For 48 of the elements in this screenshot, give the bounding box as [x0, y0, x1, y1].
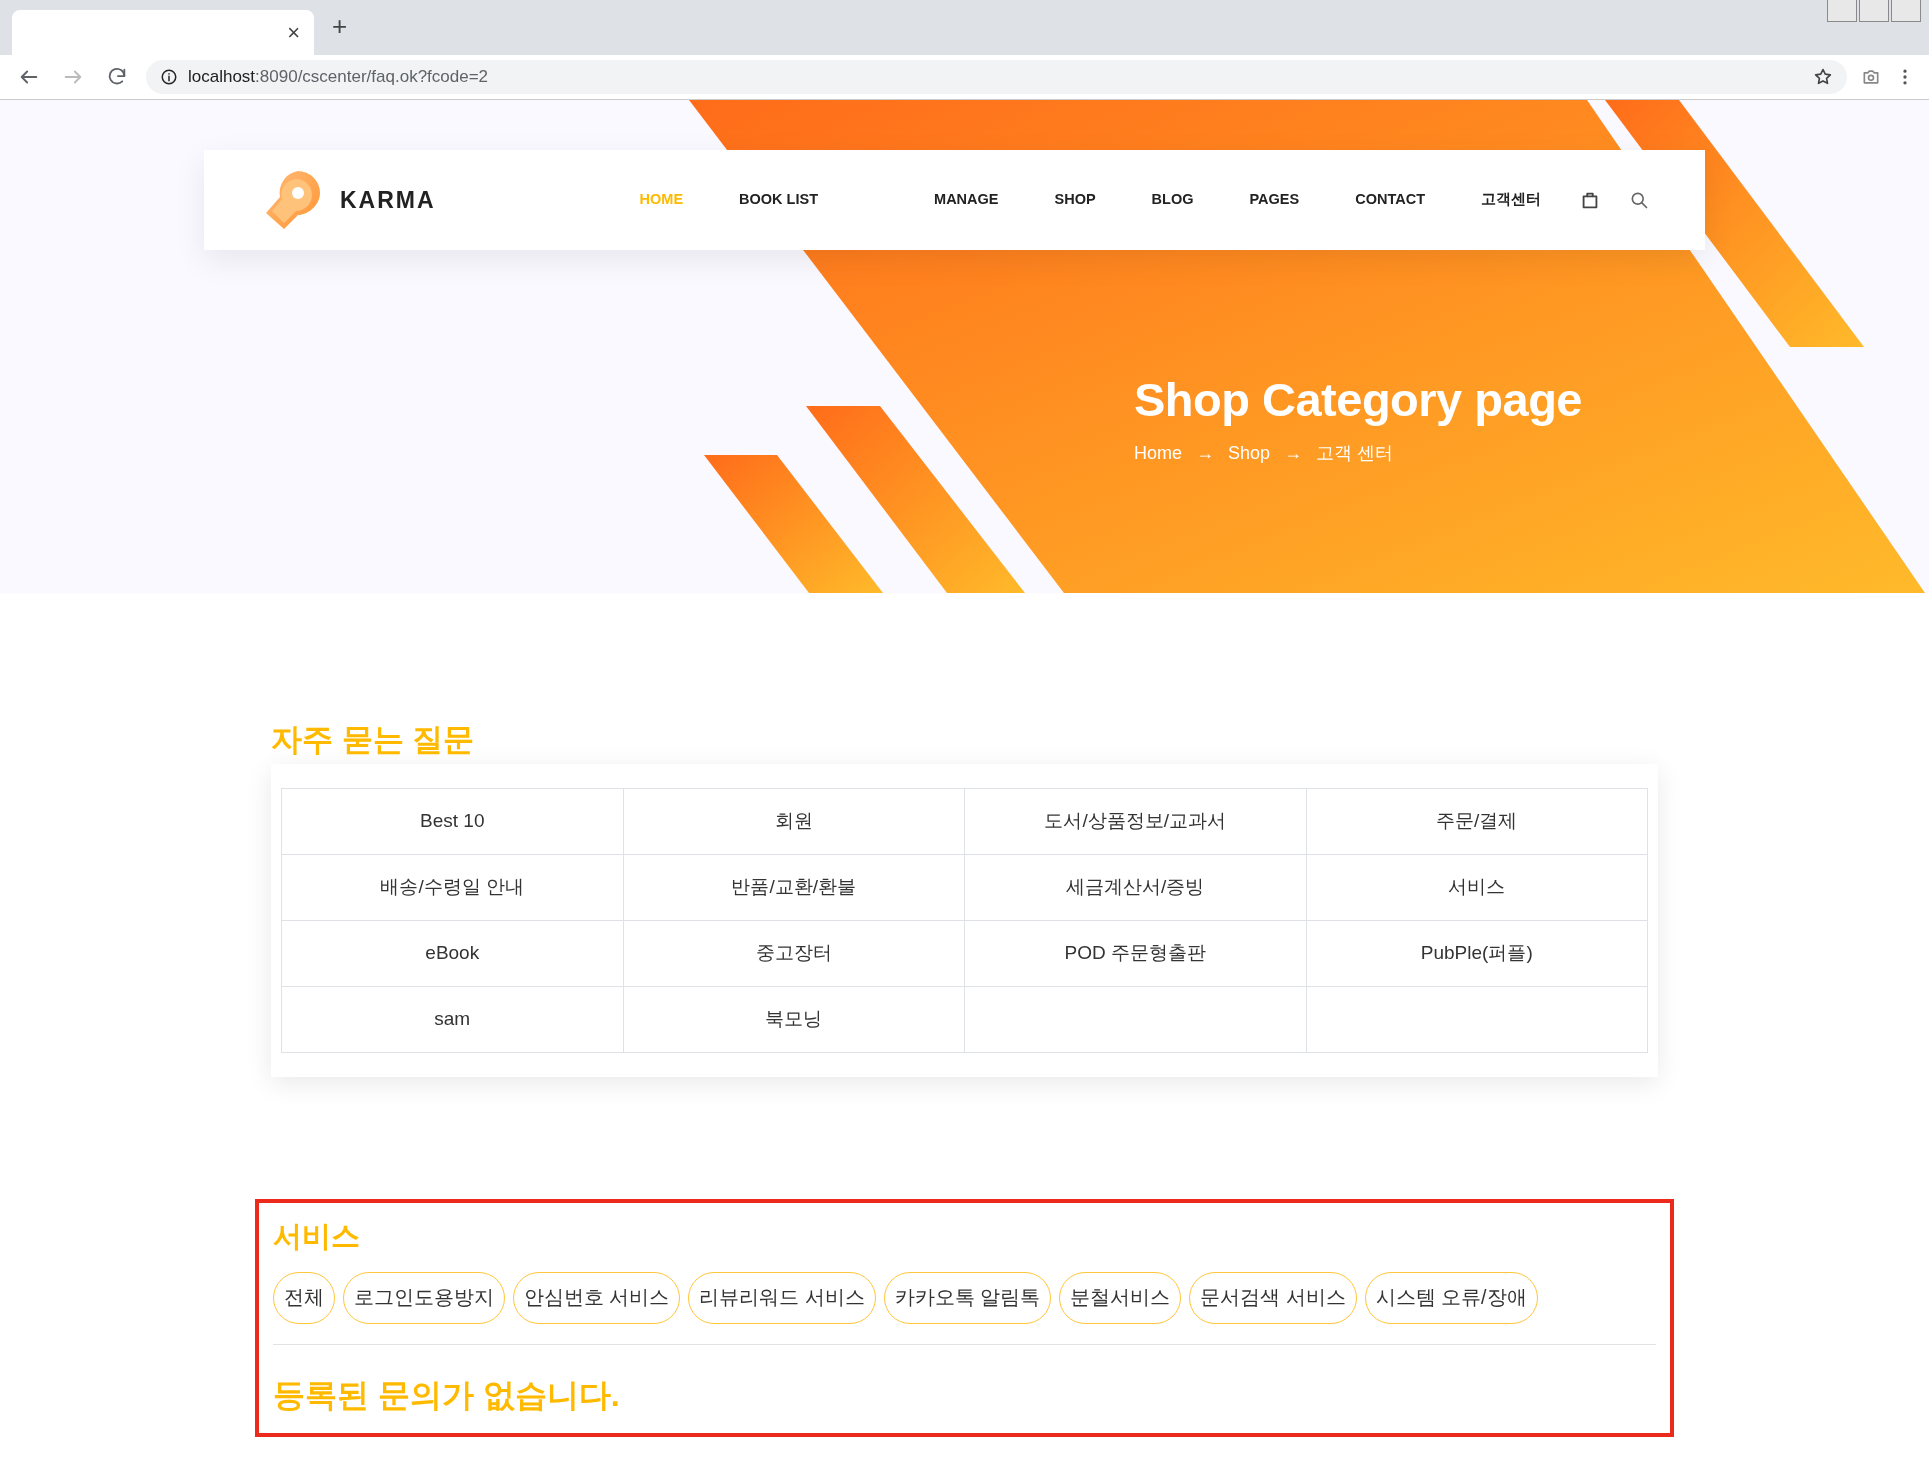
filter-button[interactable]: 문서검색 서비스	[1189, 1272, 1357, 1324]
nav-link[interactable]: BLOG	[1123, 189, 1222, 211]
category-cell[interactable]: 세금계산서/증빙	[964, 854, 1306, 921]
page-title: Shop Category page	[1134, 372, 1582, 428]
nav-link[interactable]: BOOK LIST	[711, 189, 847, 211]
breadcrumb-separator: →	[1196, 442, 1214, 466]
category-cell[interactable]: 주문/결제	[1306, 788, 1648, 855]
address-bar[interactable]: localhost:8090/cscenter/faq.ok?fcode=2	[146, 60, 1847, 94]
empty-message: 등록된 문의가 없습니다.	[273, 1376, 621, 1415]
filter-button[interactable]: 로그인도용방지	[343, 1272, 505, 1324]
brand-name[interactable]: KARMA	[340, 182, 436, 218]
category-cell[interactable]: sam	[281, 986, 623, 1053]
filter-button[interactable]: 카카오톡 알림톡	[883, 1272, 1052, 1324]
category-cell[interactable]: POD 주문형출판	[964, 920, 1306, 987]
nav-link[interactable]: 고객센터	[1453, 189, 1569, 211]
tab-close-button[interactable]: ×	[283, 16, 304, 49]
nav-link[interactable]: SHOP	[1026, 189, 1124, 211]
section-heading: 서비스	[273, 1219, 361, 1254]
new-tab-button[interactable]: +	[326, 12, 354, 40]
filter-button[interactable]: 전체	[273, 1272, 335, 1324]
info-icon[interactable]	[160, 68, 178, 86]
breadcrumb-separator: →	[1284, 442, 1303, 466]
category-cell[interactable]: 서비스	[1306, 854, 1648, 921]
category-cell[interactable]: eBook	[281, 920, 623, 987]
category-cell[interactable]: PubPle(퍼플)	[1306, 920, 1648, 987]
search-icon[interactable]	[1629, 190, 1649, 210]
filter-button[interactable]: 안심번호 서비스	[513, 1272, 681, 1324]
url-text: localhost:8090/cscenter/faq.ok?fcode=2	[188, 66, 489, 89]
minimize-button[interactable]	[1827, 0, 1857, 22]
category-cell[interactable]: 북모닝	[623, 986, 965, 1053]
filter-button[interactable]: 리뷰리워드 서비스	[688, 1272, 876, 1324]
category-cell[interactable]: 회원	[623, 788, 965, 855]
category-cell[interactable]: Best 10	[281, 788, 623, 855]
browser-tab[interactable]: ×	[12, 10, 314, 55]
category-cell[interactable]: 중고장터	[623, 920, 965, 987]
category-cell[interactable]: 도서/상품정보/교과서	[964, 788, 1306, 855]
section-heading: 자주 묻는 질문	[271, 721, 476, 759]
category-cell[interactable]: 배송/수령일 안내	[281, 854, 623, 921]
category-cell[interactable]: 반품/교환/환불	[623, 854, 965, 921]
star-icon[interactable]	[1813, 67, 1833, 87]
close-window-button[interactable]	[1891, 0, 1921, 22]
filter-button[interactable]: 분철서비스	[1059, 1272, 1182, 1324]
filter-button[interactable]: 시스템 오류/장애	[1364, 1272, 1538, 1324]
nav-link[interactable]: MANAGE	[906, 189, 1027, 211]
nav-link[interactable]: CONTACT	[1327, 189, 1453, 211]
camera-icon[interactable]	[1861, 67, 1881, 87]
nav-link[interactable]: PAGES	[1221, 189, 1328, 211]
restore-button[interactable]	[1859, 0, 1889, 22]
